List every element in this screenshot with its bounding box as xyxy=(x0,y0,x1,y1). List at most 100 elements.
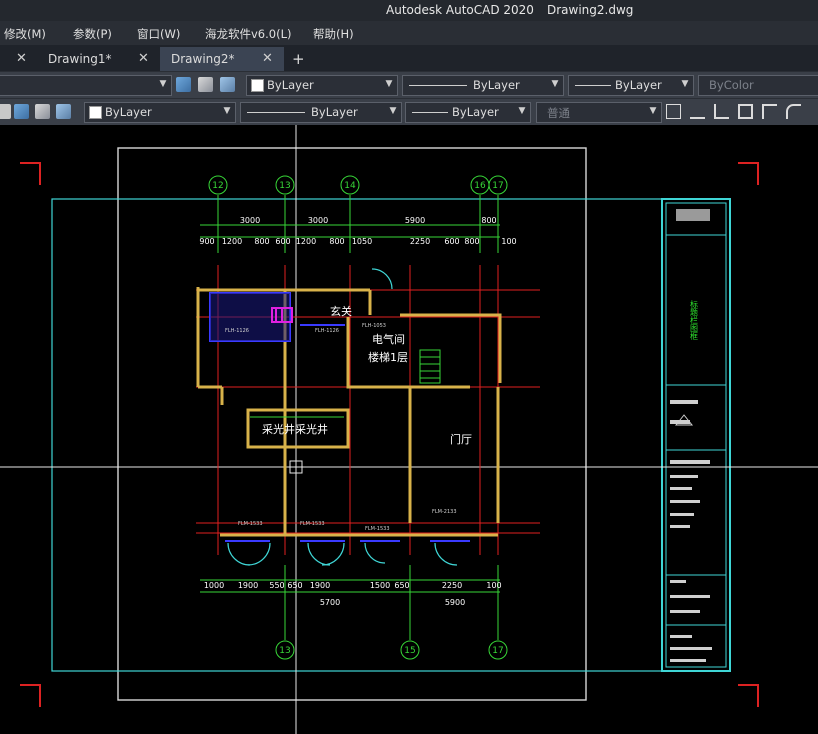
axis-label: 16 xyxy=(474,181,486,191)
sheet-title-vertical: 标题栏图框 xyxy=(690,299,699,341)
tab-drawing2[interactable]: Drawing2* ✕ xyxy=(160,47,284,71)
style-dropdown[interactable]: 普通 ▼ xyxy=(536,102,662,123)
drawing-svg: 标题栏图框 12 13 14 16 17 13 15 17 3000 3000 … xyxy=(0,125,818,734)
close-icon[interactable]: ✕ xyxy=(262,47,273,71)
lineweight-preview xyxy=(412,112,448,113)
paper-frame xyxy=(117,147,587,701)
layer-freeze-icon[interactable] xyxy=(35,104,50,119)
dimension-arc-icon[interactable] xyxy=(786,104,801,119)
layer-previous-icon[interactable] xyxy=(220,77,235,92)
door-tag: FLM-1533 xyxy=(238,521,263,527)
document-title: Drawing2.dwg xyxy=(547,3,634,17)
color-dropdown[interactable]: ByLayer ▼ xyxy=(246,75,398,96)
axis-label: 12 xyxy=(212,181,223,191)
lineweight-dropdown-2[interactable]: ByLayer ▼ xyxy=(405,102,531,123)
dim-text: 5700 xyxy=(320,598,340,607)
dim-text: 800 xyxy=(481,216,496,225)
color-swatch xyxy=(251,79,264,92)
menu-parameters[interactable]: 参数(P) xyxy=(73,26,112,42)
linetype-dropdown-2[interactable]: ByLayer ▼ xyxy=(240,102,402,123)
room-label-lightwell: 采光井采光井 xyxy=(262,422,328,436)
crop-marks xyxy=(20,162,759,707)
dim-text: 1050 xyxy=(352,237,372,246)
door-tags: FLH-1126 FLH-1126 FLH-1053 FLM-1533 FLM-… xyxy=(225,323,457,532)
dim-text: 600 xyxy=(275,237,290,246)
dim-text: 550 xyxy=(269,581,284,590)
axis-label: 15 xyxy=(404,646,415,656)
room-label-foyer: 玄关 xyxy=(330,304,352,318)
door-tag: FLM-1533 xyxy=(300,521,325,527)
style-value: 普通 xyxy=(547,106,570,120)
tab-drawing1[interactable]: Drawing1* ✕ xyxy=(36,47,156,71)
color-dropdown-2[interactable]: ByLayer ▼ xyxy=(84,102,236,123)
chevron-down-icon: ▼ xyxy=(385,79,393,89)
dimension-angular-icon[interactable] xyxy=(714,104,729,119)
linetype-value: ByLayer xyxy=(311,105,358,119)
lineweight-dropdown[interactable]: ByLayer ▼ xyxy=(568,75,694,96)
lineweight-value: ByLayer xyxy=(452,105,499,119)
close-icon[interactable]: ✕ xyxy=(16,47,27,71)
dimension-ordinate-icon[interactable] xyxy=(738,104,753,119)
axis-label: 13 xyxy=(279,181,290,191)
door-tag: FLH-1126 xyxy=(315,328,339,334)
dim-text: 100 xyxy=(486,581,501,590)
dim-text: 800 xyxy=(464,237,479,246)
dim-text: 5900 xyxy=(445,598,465,607)
glass-fill xyxy=(210,293,290,341)
dimension-linear-icon[interactable] xyxy=(666,104,681,119)
layer-tool-icon[interactable] xyxy=(0,104,11,119)
linetype-dropdown[interactable]: ByLayer ▼ xyxy=(402,75,564,96)
menu-window[interactable]: 窗口(W) xyxy=(137,26,180,42)
linetype-preview xyxy=(247,112,305,113)
match-layer-icon[interactable] xyxy=(198,77,213,92)
lineweight-preview xyxy=(575,85,611,86)
dimension-aligned-icon[interactable] xyxy=(690,104,705,119)
dim-text: 1500 xyxy=(370,581,390,590)
dimension-radius-icon[interactable] xyxy=(762,104,777,119)
axis-label: 17 xyxy=(492,646,503,656)
dim-text: 650 xyxy=(394,581,409,590)
title-bar: Autodesk AutoCAD 2020 Drawing2.dwg xyxy=(0,0,818,21)
chevron-down-icon: ▼ xyxy=(551,79,559,89)
chevron-down-icon: ▼ xyxy=(649,106,657,116)
menu-modify[interactable]: 修改(M) xyxy=(4,26,46,42)
dim-text: 800 xyxy=(254,237,269,246)
close-icon[interactable]: ✕ xyxy=(138,47,149,71)
axis-label: 17 xyxy=(492,181,503,191)
color-swatch xyxy=(89,106,102,119)
tab-partial[interactable]: ✕ xyxy=(0,47,28,71)
door-tag: FLM-2133 xyxy=(432,509,457,515)
properties-toolbar-2: ByLayer ▼ ByLayer ▼ ByLayer ▼ 普通 ▼ xyxy=(0,98,818,126)
make-current-layer-icon[interactable] xyxy=(176,77,191,92)
dim-text: 2250 xyxy=(442,581,462,590)
axis-label: 13 xyxy=(279,646,290,656)
linetype-preview xyxy=(409,85,467,86)
new-tab-button[interactable]: + xyxy=(292,47,312,71)
layer-lock-icon[interactable] xyxy=(56,104,71,119)
tab-label: Drawing2* xyxy=(171,52,235,66)
layer-isolate-icon[interactable] xyxy=(14,104,29,119)
dim-text: 100 xyxy=(501,237,516,246)
drawing-frame xyxy=(51,198,731,672)
model-space-canvas[interactable]: 标题栏图框 12 13 14 16 17 13 15 17 3000 3000 … xyxy=(0,125,818,734)
dim-text: 1200 xyxy=(296,237,316,246)
menu-help[interactable]: 帮助(H) xyxy=(313,26,354,42)
autocad-window: Autodesk AutoCAD 2020 Drawing2.dwg 修改(M)… xyxy=(0,0,818,734)
dim-text: 1900 xyxy=(238,581,258,590)
room-label-hall: 门厅 xyxy=(450,432,472,446)
lineweight-value: ByLayer xyxy=(615,78,662,92)
dim-text: 3000 xyxy=(240,216,260,225)
dim-text: 600 xyxy=(444,237,459,246)
linetype-value: ByLayer xyxy=(473,78,520,92)
dim-text: 2250 xyxy=(410,237,430,246)
dim-text: 900 xyxy=(199,237,214,246)
axis-label: 14 xyxy=(344,181,356,191)
menu-hailong-software[interactable]: 海龙软件v6.0(L) xyxy=(205,26,291,42)
layer-dropdown[interactable]: ▼ xyxy=(0,75,172,96)
app-title: Autodesk AutoCAD 2020 xyxy=(386,3,534,17)
properties-toolbar-1: ▼ ByLayer ▼ ByLayer ▼ ByLayer ▼ ByColor xyxy=(0,71,818,98)
room-label-electrical: 电气间 xyxy=(372,332,405,346)
company-logo xyxy=(676,209,710,221)
menu-bar: 修改(M) 参数(P) 窗口(W) 海龙软件v6.0(L) 帮助(H) xyxy=(0,21,818,45)
plotstyle-dropdown[interactable]: ByColor xyxy=(698,75,818,96)
